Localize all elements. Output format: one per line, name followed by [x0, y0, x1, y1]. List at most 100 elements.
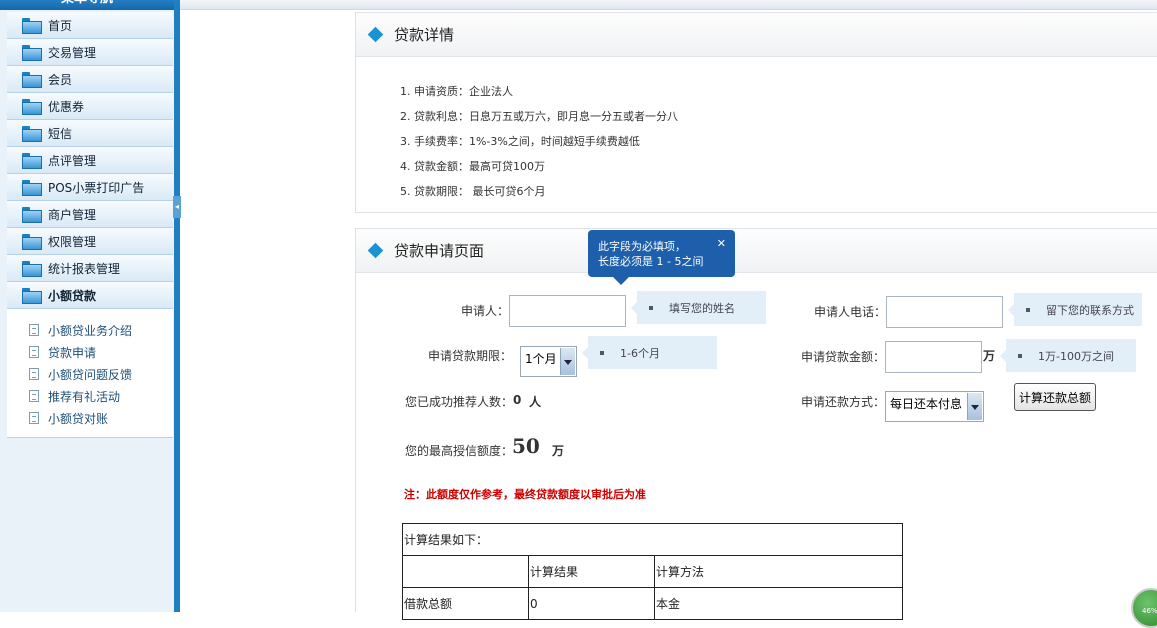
subitem-label: 小额贷问题反馈 — [48, 367, 133, 382]
sidebar-item-label: 小额贷款 — [48, 288, 97, 303]
sidebar-item-home[interactable]: 首页 — [7, 12, 173, 39]
sidebar-item-label: 商户管理 — [48, 207, 97, 222]
loan-detail-list: 1. 申请资质：企业法人 2. 贷款利息：日息万五或万六，即月息一分五或者一分八… — [356, 57, 1157, 204]
loan-detail-panel: 贷款详情 1. 申请资质：企业法人 2. 贷款利息：日息万五或万六，即月息一分五… — [355, 12, 1157, 213]
zoom-indicator[interactable]: 46% — [1131, 588, 1157, 628]
table-caption: 计算结果如下： — [402, 523, 903, 556]
hint-text: 1万-100万之间 — [1038, 349, 1114, 363]
document-icon — [29, 324, 39, 336]
table-header-cell: 计算结果 — [528, 555, 655, 588]
table-cell: 本金 — [654, 587, 903, 620]
document-icon — [29, 368, 39, 380]
collapse-sidebar-handle[interactable]: ◂ — [173, 196, 181, 218]
folder-icon — [22, 234, 42, 250]
panel-header: 贷款详情 — [356, 13, 1157, 57]
sidebar-item-label: 权限管理 — [48, 234, 97, 249]
phone-hint: 留下您的联系方式 — [1008, 293, 1142, 326]
subitem-label: 贷款申请 — [48, 345, 97, 360]
subitem-referral[interactable]: 推荐有礼活动 — [7, 385, 173, 407]
document-icon — [29, 346, 39, 358]
subitem-label: 小额贷对账 — [48, 411, 109, 426]
table-row: 借款总额 0 本金 — [402, 587, 903, 620]
sidebar-item-microloan[interactable]: 小额贷款 — [7, 282, 173, 309]
chevron-down-icon[interactable] — [967, 393, 982, 420]
detail-item: 4. 贷款金额：最高可贷100万 — [400, 160, 545, 173]
subitem-label: 推荐有礼活动 — [48, 389, 121, 404]
document-icon — [29, 390, 39, 402]
amount-input[interactable] — [885, 341, 982, 373]
amount-hint: 1万-100万之间 — [1000, 339, 1136, 372]
tooltip-line: 此字段为必填项， — [598, 240, 686, 253]
phone-input[interactable] — [886, 296, 1003, 328]
amount-label: 申请贷款金额： — [801, 350, 886, 364]
referral-count: 0 — [513, 393, 522, 407]
bullet-icon — [600, 350, 604, 355]
table-row: 计算结果如下： — [402, 523, 903, 556]
repay-select-value: 每日还本付息 — [890, 397, 963, 411]
result-table: 计算结果如下： 计算结果 计算方法 借款总额 0 本金 — [402, 523, 903, 620]
folder-icon — [22, 45, 42, 61]
detail-item: 1. 申请资质：企业法人 — [400, 85, 513, 98]
folder-icon — [22, 180, 42, 196]
sidebar-item-merchants[interactable]: 商户管理 — [7, 201, 173, 228]
phone-label: 申请人电话： — [814, 305, 887, 319]
subitem-loan-intro[interactable]: 小额贷业务介绍 — [7, 319, 173, 341]
sidebar-item-label: 短信 — [48, 126, 73, 141]
folder-icon — [22, 207, 42, 223]
referral-label: 您已成功推荐人数： — [405, 395, 514, 409]
document-icon — [29, 412, 39, 424]
credit-unit: 万 — [552, 444, 565, 458]
hint-text: 留下您的联系方式 — [1046, 303, 1134, 317]
panel-header: 贷款申请页面 — [356, 229, 1157, 273]
diamond-icon — [367, 242, 384, 259]
sidebar-item-label: 首页 — [48, 18, 73, 33]
sidebar-item-sms[interactable]: 短信 — [7, 120, 173, 147]
sidebar-divider — [174, 0, 180, 612]
credit-label: 您的最高授信额度： — [405, 444, 514, 458]
sidebar-item-label: 优惠券 — [48, 99, 85, 114]
close-icon[interactable]: ✕ — [717, 236, 726, 251]
sidebar-item-pos-ads[interactable]: POS小票打印广告 — [7, 174, 173, 201]
folder-icon — [22, 288, 42, 304]
credit-value: 50 — [512, 434, 540, 458]
term-select[interactable]: 1个月 — [520, 346, 577, 377]
subitem-label: 小额贷业务介绍 — [48, 323, 133, 338]
referral-unit: 人 — [529, 395, 542, 409]
sidebar-item-permissions[interactable]: 权限管理 — [7, 228, 173, 255]
sidebar-item-trade[interactable]: 交易管理 — [7, 39, 173, 66]
chevron-down-icon[interactable] — [560, 348, 575, 375]
top-bar — [180, 0, 1157, 10]
subitem-loan-apply[interactable]: 贷款申请 — [7, 341, 173, 363]
folder-icon — [22, 18, 42, 34]
subitem-loan-feedback[interactable]: 小额贷问题反馈 — [7, 363, 173, 385]
sidebar-item-label: 统计报表管理 — [48, 261, 121, 276]
table-row: 计算结果 计算方法 — [402, 555, 903, 588]
table-header-cell: 计算方法 — [654, 555, 903, 588]
credit-note: 注：此额度仅作参考，最终贷款额度以审批后为准 — [404, 488, 646, 501]
folder-icon — [22, 72, 42, 88]
sidebar-item-label: 会员 — [48, 72, 73, 87]
sidebar-menu: 首页 交易管理 会员 优惠券 短信 点评管理 POS小票打印广告 商户管理 权限… — [7, 12, 173, 438]
repay-select[interactable]: 每日还本付息 — [885, 391, 984, 422]
calculate-repayment-button[interactable]: 计算还款总额 — [1014, 383, 1096, 411]
sidebar-item-label: 交易管理 — [48, 45, 97, 60]
folder-icon — [22, 261, 42, 277]
term-label: 申请贷款期限： — [428, 349, 513, 363]
sidebar: 菜单导航 首页 交易管理 会员 优惠券 短信 点评管理 POS小票打印广告 商户… — [0, 0, 181, 612]
sidebar-item-reviews[interactable]: 点评管理 — [7, 147, 173, 174]
sidebar-item-label: POS小票打印广告 — [48, 180, 145, 195]
validation-tooltip: 此字段为必填项， 长度必须是 1 - 5之间 ✕ — [588, 230, 735, 285]
hint-text: 1-6个月 — [620, 346, 660, 360]
tooltip-line: 长度必须是 1 - 5之间 — [598, 255, 704, 268]
detail-item: 3. 手续费率：1%-3%之间，时间越短手续费越低 — [400, 135, 640, 148]
sidebar-item-reports[interactable]: 统计报表管理 — [7, 255, 173, 282]
sidebar-item-members[interactable]: 会员 — [7, 66, 173, 93]
hint-text: 填写您的姓名 — [669, 301, 735, 315]
microloan-submenu: 小额贷业务介绍 贷款申请 小额贷问题反馈 推荐有礼活动 小额贷对账 — [7, 309, 173, 438]
repay-label: 申请还款方式： — [801, 395, 886, 409]
applicant-label: 申请人： — [461, 304, 510, 318]
subitem-reconcile[interactable]: 小额贷对账 — [7, 407, 173, 429]
applicant-input[interactable] — [509, 295, 626, 327]
sidebar-item-coupons[interactable]: 优惠券 — [7, 93, 173, 120]
applicant-hint: 填写您的姓名 — [631, 291, 766, 324]
